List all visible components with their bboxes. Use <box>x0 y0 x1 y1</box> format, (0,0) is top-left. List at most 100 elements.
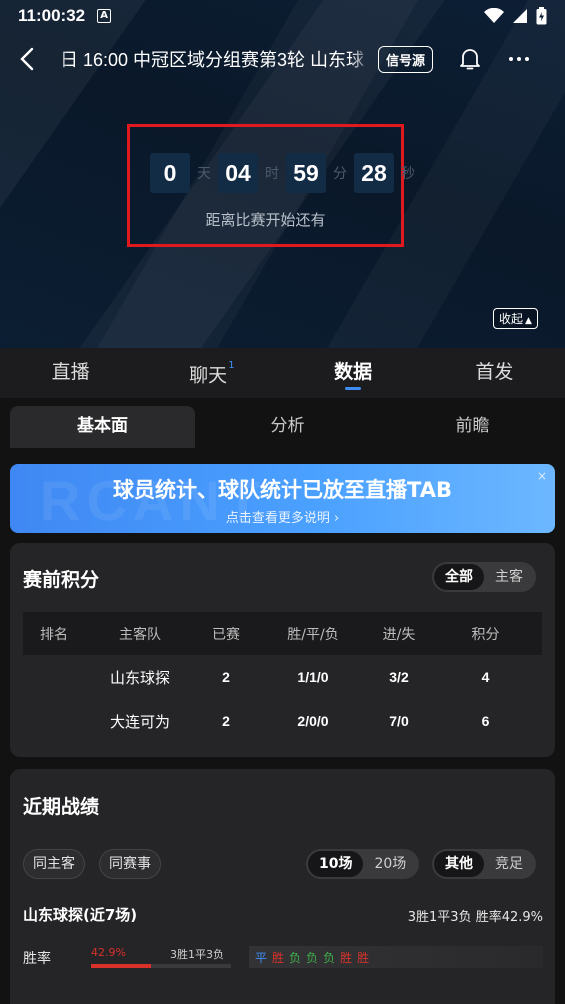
standings-table: 排名 主客队 已赛 胜/平/负 进/失 积分 山东球探 2 1/1/0 3/2 … <box>23 612 542 743</box>
countdown-minutes: 59 <box>286 153 326 193</box>
cell-goals: 3/2 <box>389 669 409 685</box>
cell-team: 大连可为 <box>109 712 170 731</box>
table-row: 山东球探 2 1/1/0 3/2 4 <box>23 655 542 699</box>
tab-data[interactable]: 数据 <box>283 348 424 398</box>
subtab-analysis[interactable]: 分析 <box>195 406 380 448</box>
cell-wdl: 2/0/0 <box>297 713 329 729</box>
column-header: 已赛 <box>212 626 240 643</box>
team-label: 山东球探(近7场) <box>23 906 138 924</box>
win-rate-bar <box>91 964 231 968</box>
more-dot-icon <box>525 57 530 61</box>
filter-10-matches[interactable]: 10场 <box>308 851 364 877</box>
more-button[interactable] <box>509 57 535 61</box>
match-type-filter: 其他 竞足 <box>432 849 536 879</box>
countdown-days-unit: 天 <box>197 166 211 182</box>
cell-wdl: 1/1/0 <box>297 669 329 685</box>
status-time: 11:00:32 <box>18 6 86 25</box>
form-result: 胜 <box>340 950 353 965</box>
recent-title: 近期战绩 <box>23 796 100 818</box>
signal-source-button[interactable]: 信号源 <box>378 45 434 73</box>
team-summary: 3胜1平3负 胜率42.9% <box>407 910 543 925</box>
form-result: 平 <box>255 950 268 965</box>
countdown-minutes-unit: 分 <box>333 166 347 182</box>
countdown-hours-unit: 时 <box>265 166 279 182</box>
form-result: 负 <box>323 950 336 965</box>
match-header: 11:00:32 A 日 16:00 中冠区域分组赛第3轮 山东球 信号源 0 … <box>0 0 565 348</box>
cell-goals: 7/0 <box>389 713 409 729</box>
filter-home-away[interactable]: 主客 <box>484 564 534 590</box>
column-header: 积分 <box>471 626 500 643</box>
subtab-preview[interactable]: 前瞻 <box>380 406 565 448</box>
sim-icon: A <box>97 9 112 23</box>
form-strip: 平胜负负负胜胜 <box>249 946 543 968</box>
column-header: 进/失 <box>382 626 416 643</box>
cell-points: 6 <box>481 713 490 729</box>
cell-points: 4 <box>481 669 490 685</box>
more-dot-icon <box>509 57 514 61</box>
countdown-caption: 距离比赛开始还有 <box>205 211 326 229</box>
title-bar: 日 16:00 中冠区域分组赛第3轮 山东球 信号源 <box>0 36 565 82</box>
filter-other[interactable]: 其他 <box>434 851 484 877</box>
filter-20-matches[interactable]: 20场 <box>363 851 417 877</box>
column-header: 胜/平/负 <box>287 626 339 643</box>
close-icon[interactable]: × <box>537 469 547 483</box>
triangle-up-icon: ▲ <box>525 316 532 326</box>
countdown-days: 0 <box>150 153 190 193</box>
tab-lineup[interactable]: 首发 <box>424 348 565 398</box>
column-header: 排名 <box>40 626 68 643</box>
filter-jingzu[interactable]: 竞足 <box>484 851 534 877</box>
cell-played: 2 <box>222 669 230 685</box>
form-result: 胜 <box>357 950 370 965</box>
countdown-timer: 0 天 04 时 59 分 28 秒 <box>150 153 422 193</box>
banner-title: 球员统计、球队统计已放至直播TAB <box>113 478 452 502</box>
tab-live[interactable]: 直播 <box>0 348 141 398</box>
chip-same-venue[interactable]: 同主客 <box>23 849 85 879</box>
standings-card: 赛前积分 全部 主客 排名 主客队 已赛 胜/平/负 进/失 积分 山东球探 2… <box>10 543 555 757</box>
tab-label: 聊天 <box>189 364 228 387</box>
bell-icon <box>460 49 480 70</box>
countdown-hours: 04 <box>218 153 258 193</box>
cell-team: 山东球探 <box>109 668 170 687</box>
tab-label: 直播 <box>51 361 90 383</box>
win-rate-bar-fill <box>91 964 152 968</box>
battery-icon <box>536 7 547 25</box>
status-bar: 11:00:32 A <box>0 0 565 32</box>
chat-unread-badge: 1 <box>228 360 235 371</box>
wifi-icon <box>484 8 504 23</box>
match-count-filter: 10场 20场 <box>306 849 420 879</box>
recent-form-card: 近期战绩 同主客 同赛事 10场 20场 其他 竞足 山东球探(近7场) 3胜1… <box>10 769 555 1004</box>
win-rate-record: 3胜1平3负 <box>170 948 224 961</box>
subtab-fundamentals[interactable]: 基本面 <box>10 406 195 448</box>
tab-label: 数据 <box>334 361 373 383</box>
cell-played: 2 <box>222 713 230 729</box>
sub-tab-bar: 基本面 分析 前瞻 <box>0 398 565 448</box>
win-rate-label: 胜率 <box>23 951 51 967</box>
back-button[interactable] <box>4 36 50 82</box>
chevron-left-icon <box>20 47 34 71</box>
standings-filter: 全部 主客 <box>432 562 536 592</box>
form-result: 负 <box>289 950 302 965</box>
countdown-panel: 0 天 04 时 59 分 28 秒 距离比赛开始还有 <box>127 124 415 247</box>
collapse-label: 收起 <box>499 312 524 326</box>
filter-all[interactable]: 全部 <box>434 564 484 590</box>
promo-banner[interactable]: RCANT 球员统计、球队统计已放至直播TAB 点击查看更多说明 › × <box>10 464 555 533</box>
tab-chat[interactable]: 聊天1 <box>141 348 282 398</box>
form-result: 胜 <box>272 950 285 965</box>
table-header: 排名 主客队 已赛 胜/平/负 进/失 积分 <box>23 612 542 655</box>
tab-label: 首发 <box>475 361 514 383</box>
table-row: 大连可为 2 2/0/0 7/0 6 <box>23 699 542 743</box>
countdown-seconds: 28 <box>354 153 394 193</box>
more-dot-icon <box>517 57 522 61</box>
cell-signal-icon <box>513 9 527 23</box>
main-tab-bar: 直播 聊天1 数据 首发 <box>0 348 565 398</box>
form-result: 负 <box>306 950 319 965</box>
standings-title: 赛前积分 <box>23 569 100 591</box>
chip-same-competition[interactable]: 同赛事 <box>99 849 161 879</box>
win-rate-percent: 42.9% <box>91 946 126 959</box>
collapse-button[interactable]: 收起 ▲ <box>493 308 538 329</box>
match-title: 日 16:00 中冠区域分组赛第3轮 山东球 <box>60 50 365 70</box>
countdown-seconds-unit: 秒 <box>401 166 415 182</box>
column-header: 主客队 <box>119 626 161 643</box>
notification-button[interactable] <box>457 46 483 72</box>
banner-link[interactable]: 点击查看更多说明 › <box>10 507 555 526</box>
